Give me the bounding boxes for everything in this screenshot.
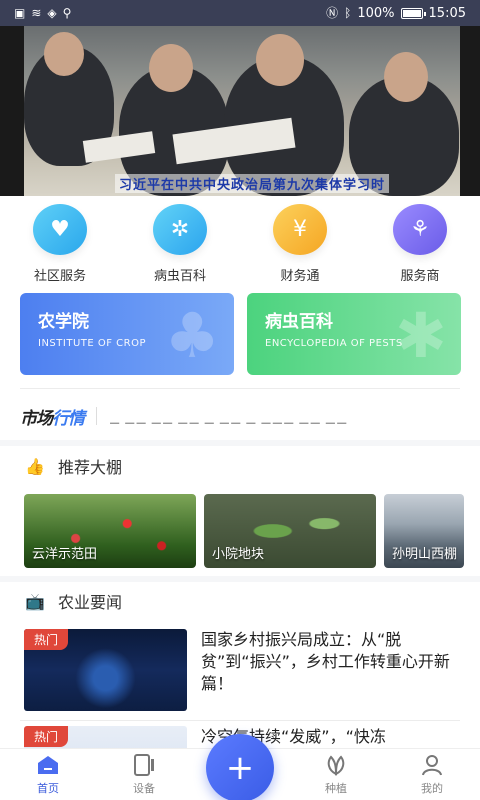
nav-label: 首页 — [37, 782, 59, 795]
hot-badge: 热门 — [24, 629, 69, 650]
nav-home[interactable]: 首页 — [13, 752, 83, 796]
tree-icon: ♣ — [164, 299, 220, 372]
wifi-icon: ≋ — [31, 6, 42, 20]
ticker-area: ▬ ▬▬ ▬▬ ▬▬ ▬ ▬▬ ▬ ▬▬▬ ▬▬ ▬▬ — [109, 417, 348, 424]
plus-icon: + — [225, 748, 255, 788]
profile-icon — [418, 752, 446, 778]
news-thumbnail: 热门 — [24, 629, 187, 711]
nav-label: 设备 — [133, 782, 155, 795]
battery-icon — [400, 7, 426, 19]
feature-cards: 农学院 INSTITUTE OF CROP ♣ 病虫百科 ENCYCLOPEDI… — [20, 293, 461, 375]
service-label: 财务通 — [280, 269, 320, 284]
status-bar: ▣ ≋ ◈ ⚲ Ⓝ ᛒ 100% 15:05 — [0, 0, 480, 26]
greenhouse-card[interactable]: 云洋示范田 — [24, 494, 196, 568]
sim-icon: ▣ — [14, 6, 26, 20]
piggy-bank-icon: ¥ — [273, 204, 327, 255]
bug-outline-icon: ✱ — [395, 299, 447, 372]
market-ticker[interactable]: 市场行情 ▬ ▬▬ ▬▬ ▬▬ ▬ ▬▬ ▬ ▬▬▬ ▬▬ ▬▬ — [20, 398, 460, 434]
banner-image — [24, 26, 460, 196]
nav-label: 种植 — [325, 782, 347, 795]
divider — [20, 720, 460, 721]
service-label: 服务商 — [400, 269, 440, 284]
plant-icon — [322, 752, 350, 778]
greenhouse-label: 孙明山西棚 — [392, 547, 458, 562]
service-community[interactable]: ♥ 社区服务 — [12, 204, 108, 284]
clock: 15:05 — [428, 5, 466, 21]
service-provider[interactable]: ⚘ 服务商 — [372, 204, 468, 284]
nfc-icon: Ⓝ — [326, 6, 339, 20]
section-title: 推荐大棚 — [58, 458, 123, 477]
nav-profile[interactable]: 我的 — [397, 752, 467, 796]
nav-plant[interactable]: 种植 — [301, 752, 371, 796]
divider — [20, 388, 460, 389]
service-label: 病虫百科 — [153, 269, 206, 284]
banner-caption: 习近平在中共中央政治局第九次集体学习时 — [115, 174, 390, 193]
add-button[interactable]: + — [206, 734, 274, 800]
greenhouse-list: 云洋示范田 小院地块 孙明山西棚 — [24, 494, 480, 568]
card-encyclopedia-of-pests[interactable]: 病虫百科 ENCYCLOPEDIA OF PESTS ✱ — [247, 293, 461, 375]
usb-icon: ⚲ — [62, 6, 72, 20]
service-pests[interactable]: ✲ 病虫百科 — [132, 204, 228, 284]
provider-icon: ⚘ — [393, 204, 447, 255]
notification-icon: ◈ — [47, 6, 57, 20]
section-title: 农业要闻 — [58, 593, 123, 612]
app-screen: ▣ ≋ ◈ ⚲ Ⓝ ᛒ 100% 15:05 习近平在中共中央政治局第九次集体学… — [0, 0, 480, 800]
market-logo: 市场行情 — [20, 408, 85, 429]
greenhouse-card[interactable]: 孙明山西棚 — [384, 494, 464, 568]
greenhouse-label: 小院地块 — [212, 547, 265, 562]
tv-icon: 📺 — [25, 591, 45, 611]
service-grid: ♥ 社区服务 ✲ 病虫百科 ¥ 财务通 ⚘ 服务商 — [0, 204, 480, 284]
community-heart-icon: ♥ — [33, 204, 87, 255]
card-institute-of-crop[interactable]: 农学院 INSTITUTE OF CROP ♣ — [20, 293, 234, 375]
section-greenhouses: 👍 推荐大棚 — [24, 454, 122, 478]
nav-label: 我的 — [421, 782, 443, 795]
service-finance[interactable]: ¥ 财务通 — [252, 204, 348, 284]
banner-carousel[interactable]: 习近平在中共中央政治局第九次集体学习时 — [0, 26, 480, 196]
greenhouse-card[interactable]: 小院地块 — [204, 494, 376, 568]
home-icon — [34, 752, 62, 778]
news-item[interactable]: 热门 国家乡村振兴局成立：从“脱贫”到“振兴”，乡村工作转重心开新篇！ — [24, 629, 464, 711]
greenhouse-label: 云洋示范田 — [32, 547, 98, 562]
battery-percent: 100% — [357, 5, 395, 21]
section-news: 📺 农业要闻 — [24, 589, 122, 613]
device-icon — [130, 752, 158, 778]
bug-icon: ✲ — [153, 204, 207, 255]
news-title: 国家乡村振兴局成立：从“脱贫”到“振兴”，乡村工作转重心开新篇！ — [201, 630, 450, 693]
service-label: 社区服务 — [33, 269, 86, 284]
bluetooth-icon: ᛒ — [344, 6, 352, 20]
nav-device[interactable]: 设备 — [109, 752, 179, 796]
thumbs-up-icon: 👍 — [25, 456, 45, 476]
hot-badge: 热门 — [24, 726, 69, 747]
